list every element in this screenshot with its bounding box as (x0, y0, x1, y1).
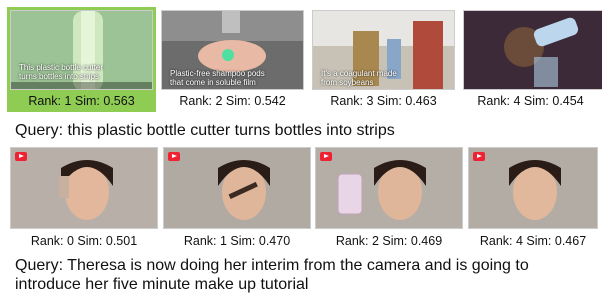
result-thumbnail-5[interactable] (10, 147, 158, 229)
result-thumbnail-8[interactable] (468, 147, 598, 229)
pouring-bottle-image (464, 11, 602, 89)
result-thumbnail-3[interactable]: It's a coagulant made from soybeans (312, 10, 455, 90)
query-text: : Theresa is now doing her interim from … (15, 257, 529, 293)
result-caption-2: Rank: 2 Sim: 0.542 (179, 94, 286, 108)
result-caption-1: Rank: 1 Sim: 0.563 (28, 94, 135, 108)
query-text: : this plastic bottle cutter turns bottl… (58, 122, 395, 139)
youtube-icon (15, 152, 27, 161)
result-thumbnail-4[interactable] (463, 10, 602, 90)
makeup-tutorial-image (11, 148, 157, 228)
video-progress-bar (11, 82, 152, 89)
query-1: Query: this plastic bottle cutter turns … (15, 121, 395, 140)
makeup-tutorial-image (164, 148, 310, 228)
query-2: Query: Theresa is now doing her interim … (15, 256, 595, 294)
query-label: Query (15, 257, 59, 274)
result-caption-8: Rank: 4 Sim: 0.467 (479, 234, 587, 248)
result-thumbnail-7[interactable] (315, 147, 463, 229)
result-caption-6: Rank: 1 Sim: 0.470 (183, 234, 291, 248)
result-caption-4: Rank: 4 Sim: 0.454 (477, 94, 584, 108)
result-thumbnail-1[interactable]: This plastic bottle cutter turns bottles… (10, 10, 153, 90)
makeup-tutorial-image (316, 148, 462, 228)
youtube-icon (473, 152, 485, 161)
makeup-tutorial-image (469, 148, 597, 228)
youtube-icon (168, 152, 180, 161)
result-caption-3: Rank: 3 Sim: 0.463 (330, 94, 437, 108)
result-thumbnail-2[interactable]: Plastic-free shampoo pods that come in s… (161, 10, 304, 90)
thumbnail-overlay-text: This plastic bottle cutter turns bottles… (19, 63, 104, 81)
thumbnail-overlay-text: It's a coagulant made from soybeans (321, 69, 397, 87)
result-thumbnail-6[interactable] (163, 147, 311, 229)
query-label: Query (15, 122, 59, 139)
result-caption-5: Rank: 0 Sim: 0.501 (30, 234, 138, 248)
result-caption-7: Rank: 2 Sim: 0.469 (335, 234, 443, 248)
thumbnail-overlay-text: Plastic-free shampoo pods that come in s… (170, 69, 265, 87)
youtube-icon (320, 152, 332, 161)
